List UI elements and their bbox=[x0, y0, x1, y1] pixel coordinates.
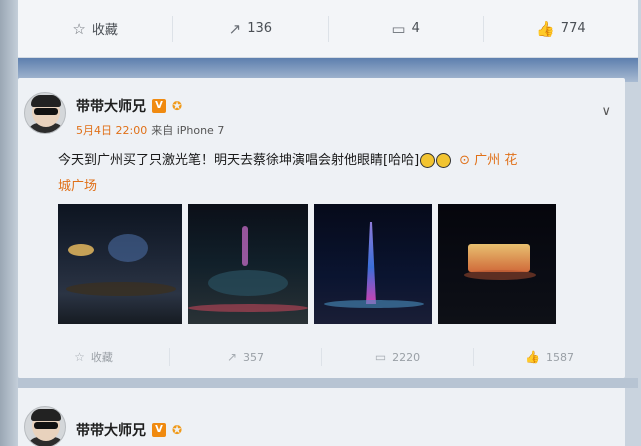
photo-thumbnail[interactable] bbox=[188, 204, 308, 324]
like-icon: 👍 bbox=[536, 19, 555, 38]
prev-comment-count: 4 bbox=[411, 21, 420, 36]
verified-badge-icon: V bbox=[152, 99, 166, 113]
like-icon: 👍 bbox=[525, 350, 540, 364]
post-action-bar: ☆ 收藏 ↗ 357 ▭ 2220 👍 1587 bbox=[18, 344, 625, 370]
comment-icon: ▭ bbox=[374, 350, 387, 364]
prev-like-count: 774 bbox=[560, 21, 586, 36]
photo-grid bbox=[58, 204, 578, 324]
next-post-card: 带带大师兄 V ✪ bbox=[18, 388, 625, 446]
avatar[interactable] bbox=[24, 92, 66, 134]
prev-repost-button[interactable]: ↗ 136 bbox=[173, 15, 329, 42]
favorite-label: 收藏 bbox=[90, 351, 113, 364]
comment-count: 2220 bbox=[392, 350, 421, 364]
repost-icon: ↗ bbox=[228, 19, 242, 38]
level-badge-icon: ✪ bbox=[172, 423, 183, 437]
favorite-button[interactable]: ☆ 收藏 bbox=[18, 348, 170, 366]
prev-comment-button[interactable]: ▭ 4 bbox=[329, 15, 484, 42]
avatar[interactable] bbox=[24, 406, 66, 446]
prev-favorite-button[interactable]: ☆ 收藏 bbox=[18, 15, 174, 42]
prev-repost-count: 136 bbox=[247, 21, 273, 36]
chevron-down-icon[interactable]: ∨ bbox=[601, 104, 611, 119]
comment-button[interactable]: ▭ 2220 bbox=[322, 348, 474, 366]
like-button[interactable]: 👍 1587 bbox=[474, 348, 625, 366]
screen-bezel bbox=[0, 0, 20, 446]
next-post-author: 带带大师兄 V ✪ bbox=[76, 420, 188, 440]
level-badge-icon: ✪ bbox=[172, 99, 183, 113]
verified-badge-icon: V bbox=[152, 423, 166, 437]
post-meta: 5月4日 22:00 来自 iPhone 7 bbox=[76, 122, 224, 138]
comment-icon: ▭ bbox=[391, 19, 406, 38]
post-text: 今天到广州买了只激光笔！明天去蔡徐坤演唱会射他眼睛[哈哈] ⊙ 广州 花 城广场 bbox=[58, 148, 608, 200]
location-link[interactable]: ⊙ 广州 花 bbox=[459, 153, 517, 168]
post-source: 来自 iPhone 7 bbox=[151, 124, 225, 137]
repost-count: 357 bbox=[243, 350, 265, 364]
post-time[interactable]: 5月4日 22:00 bbox=[76, 122, 147, 138]
username-link[interactable]: 带带大师兄 bbox=[76, 420, 146, 440]
post-card: 带带大师兄 V ✪ 5月4日 22:00 来自 iPhone 7 ∨ 今天到广州… bbox=[18, 78, 625, 378]
star-icon: ☆ bbox=[74, 350, 85, 364]
prev-like-button[interactable]: 👍 774 bbox=[484, 16, 638, 42]
photo-thumbnail[interactable] bbox=[58, 204, 182, 324]
laugh-emoji-icon bbox=[436, 153, 452, 168]
laugh-emoji-icon bbox=[420, 153, 436, 168]
repost-button[interactable]: ↗ 357 bbox=[170, 348, 322, 366]
post-author: 带带大师兄 V ✪ bbox=[76, 96, 188, 116]
photo-thumbnail[interactable] bbox=[438, 204, 556, 324]
location-link-cont[interactable]: 城广场 bbox=[58, 179, 97, 194]
username-link[interactable]: 带带大师兄 bbox=[76, 96, 146, 116]
feed-separator bbox=[18, 378, 638, 388]
photo-thumbnail[interactable] bbox=[314, 204, 432, 324]
like-count: 1587 bbox=[545, 350, 574, 364]
star-icon: ☆ bbox=[72, 19, 86, 38]
prev-post-action-bar: ☆ 收藏 ↗ 136 ▭ 4 👍 774 bbox=[18, 0, 638, 58]
prev-favorite-label: 收藏 bbox=[91, 23, 118, 38]
post-text-main: 今天到广州买了只激光笔！明天去蔡徐坤演唱会射他眼睛[哈哈] bbox=[58, 153, 420, 168]
repost-icon: ↗ bbox=[226, 350, 238, 364]
